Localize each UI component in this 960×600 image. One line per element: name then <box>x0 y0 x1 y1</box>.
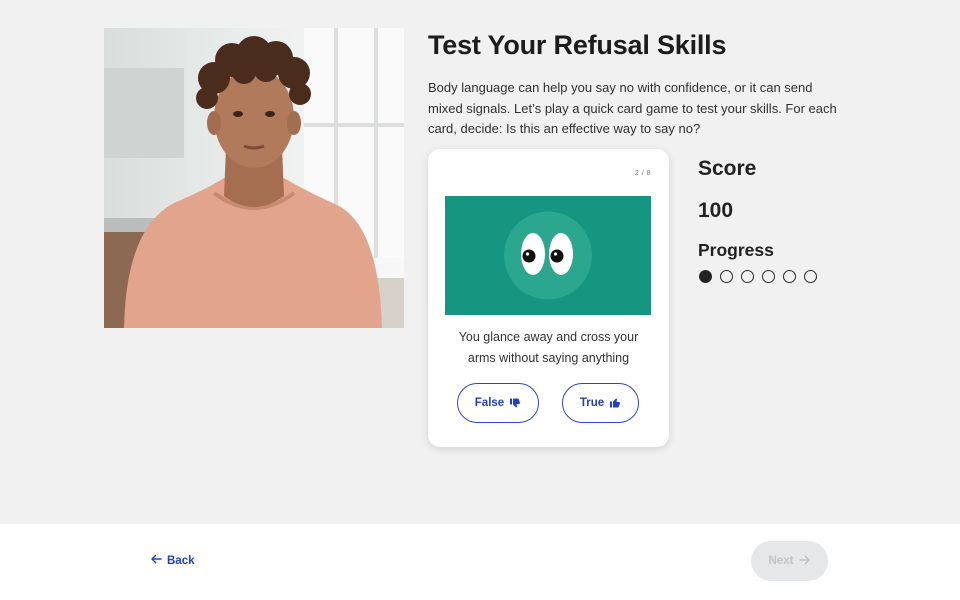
next-button-label: Next <box>768 555 794 567</box>
progress-dot <box>762 270 775 283</box>
activity-stage: Test Your Refusal Skills Body language c… <box>0 0 960 524</box>
card-counter: 2 / 8 <box>634 170 651 177</box>
progress-dot <box>699 270 712 283</box>
back-button[interactable]: Back <box>151 554 195 567</box>
true-button[interactable]: True <box>562 383 639 423</box>
eyes-looking-sideways-icon <box>504 211 592 300</box>
intro-text: Body language can help you say no with c… <box>428 80 837 136</box>
progress-dots <box>699 270 817 283</box>
back-button-label: Back <box>167 554 195 567</box>
progress-dot <box>783 270 796 283</box>
thumbs-up-icon <box>609 397 621 409</box>
progress-label: Progress <box>698 240 774 260</box>
true-button-label: True <box>579 397 605 409</box>
progress-dot <box>720 270 733 283</box>
next-button[interactable]: Next <box>751 541 828 581</box>
arrow-right-icon <box>799 555 811 568</box>
card-statement: You glance away and cross your arms with… <box>458 330 639 365</box>
thumbs-down-icon <box>509 397 521 409</box>
teen-portrait-photo <box>104 28 404 328</box>
false-button[interactable]: False <box>457 383 539 423</box>
card-illustration <box>445 196 651 315</box>
score-label: Score <box>698 157 757 180</box>
footer-nav: Back Next <box>0 524 960 600</box>
progress-dot <box>804 270 817 283</box>
refusal-card: 2 / 8 You glance away and cross your arm… <box>428 149 669 447</box>
page-title: Test Your Refusal Skills <box>428 30 727 60</box>
false-button-label: False <box>474 397 505 409</box>
score-value: 100 <box>698 199 734 222</box>
progress-dot <box>741 270 754 283</box>
arrow-left-icon <box>151 554 162 567</box>
